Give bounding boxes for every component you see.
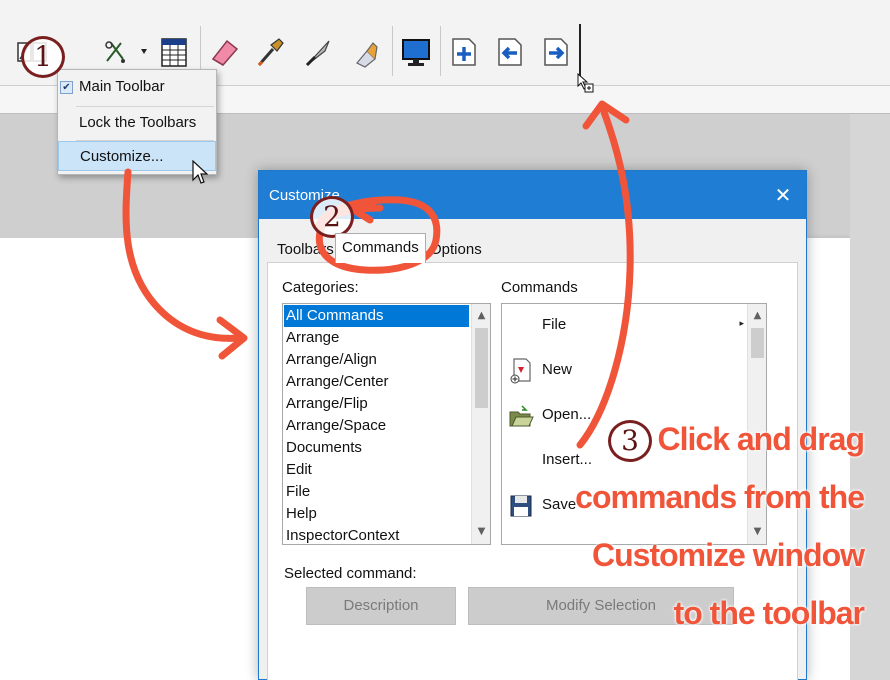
add-page-icon[interactable] bbox=[444, 30, 484, 74]
open-folder-icon bbox=[508, 402, 534, 430]
list-item[interactable]: Edit bbox=[284, 459, 469, 481]
document-page-left bbox=[0, 238, 262, 680]
drag-cursor-icon bbox=[576, 72, 596, 98]
checkmark-icon: ✔ bbox=[60, 81, 73, 94]
list-item[interactable]: Arrange/Align bbox=[284, 349, 469, 371]
step-2-badge: 2 bbox=[310, 196, 354, 238]
instruction-callout: Click and drag commands from the Customi… bbox=[575, 410, 865, 642]
menu-item-main-toolbar[interactable]: ✔ Main Toolbar bbox=[58, 72, 216, 102]
menu-item-lock-toolbars[interactable]: Lock the Toolbars bbox=[58, 108, 216, 138]
step-1-badge: 1 bbox=[21, 36, 65, 78]
menu-item-label: Main Toolbar bbox=[79, 78, 165, 95]
scroll-thumb[interactable] bbox=[475, 328, 488, 408]
next-page-icon[interactable] bbox=[536, 30, 576, 74]
callout-line: Customize window bbox=[592, 537, 865, 573]
floppy-disk-icon bbox=[508, 492, 534, 520]
menu-item-label: Customize... bbox=[80, 148, 164, 165]
selected-command-label: Selected command: bbox=[284, 565, 417, 582]
list-item[interactable]: Arrange/Space bbox=[284, 415, 469, 437]
list-item[interactable]: File bbox=[284, 481, 469, 503]
scroll-up-icon[interactable]: ▲ bbox=[748, 306, 766, 326]
list-item[interactable]: InspectorContext bbox=[284, 525, 469, 544]
list-item[interactable]: Documents bbox=[284, 437, 469, 459]
table-icon[interactable] bbox=[154, 30, 194, 74]
categories-scrollbar[interactable]: ▲ ▼ bbox=[471, 304, 490, 544]
mouse-cursor-icon bbox=[192, 159, 209, 190]
new-document-icon bbox=[508, 357, 534, 385]
close-icon: ✕ bbox=[774, 183, 792, 207]
command-item-file[interactable]: File ▸ bbox=[502, 304, 748, 348]
toolbar-separator bbox=[440, 26, 441, 76]
list-item[interactable]: All Commands bbox=[284, 305, 469, 327]
list-item[interactable]: Help bbox=[284, 503, 469, 525]
previous-page-icon[interactable] bbox=[490, 30, 530, 74]
description-button[interactable]: Description bbox=[306, 587, 456, 625]
categories-list[interactable]: All Commands Arrange Arrange/Align Arran… bbox=[282, 303, 491, 545]
knife-icon[interactable] bbox=[298, 30, 338, 74]
callout-line: Click and drag bbox=[657, 421, 865, 457]
menu-separator bbox=[76, 106, 214, 107]
tab-toolbars[interactable]: Toolbars bbox=[271, 237, 340, 263]
eyedropper-icon[interactable] bbox=[250, 30, 290, 74]
list-item[interactable]: Arrange/Flip bbox=[284, 393, 469, 415]
tab-options[interactable]: Options bbox=[424, 237, 488, 263]
tab-commands[interactable]: Commands bbox=[335, 233, 426, 263]
scroll-down-icon[interactable]: ▼ bbox=[472, 522, 490, 542]
eraser-icon[interactable] bbox=[204, 30, 244, 74]
monitor-icon[interactable] bbox=[396, 30, 436, 74]
commands-label: Commands bbox=[501, 279, 578, 296]
list-item[interactable]: Arrange/Center bbox=[284, 371, 469, 393]
list-item[interactable]: Arrange bbox=[284, 327, 469, 349]
categories-label: Categories: bbox=[282, 279, 359, 296]
submenu-arrow-icon: ▸ bbox=[739, 318, 744, 328]
scroll-up-icon[interactable]: ▲ bbox=[472, 306, 490, 326]
callout-line: to the toolbar bbox=[673, 595, 865, 631]
glue-bottle-icon[interactable] bbox=[346, 30, 386, 74]
menu-item-label: Lock the Toolbars bbox=[79, 114, 197, 131]
toolbar-separator bbox=[392, 26, 393, 76]
command-item-new[interactable]: New bbox=[502, 349, 748, 393]
close-button[interactable]: ✕ bbox=[760, 171, 806, 219]
transform-dropdown-icon[interactable] bbox=[98, 30, 154, 74]
callout-line: commands from the bbox=[575, 479, 865, 515]
scroll-thumb[interactable] bbox=[751, 328, 764, 358]
